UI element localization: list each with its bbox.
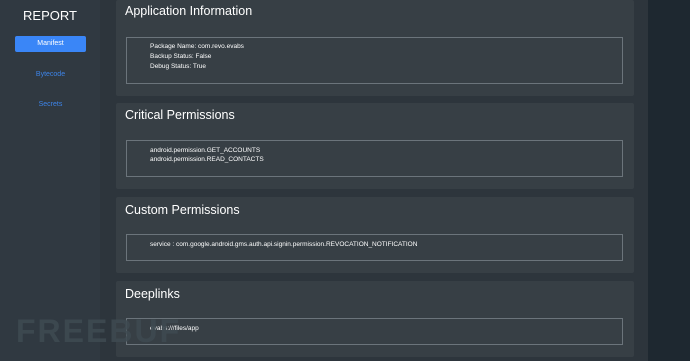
sidebar-item-bytecode[interactable]: Bytecode (15, 67, 86, 83)
sidebar-item-manifest[interactable]: Manifest (15, 36, 86, 52)
custom-permissions-card: Custom Permissions service : com.google.… (116, 197, 634, 273)
sidebar: REPORT Manifest Bytecode Secrets (0, 0, 100, 361)
section-title: Deeplinks (125, 287, 180, 301)
info-box: Package Name: com.revo.evabs Backup Stat… (126, 37, 623, 84)
permission-line: service : com.google.android.gms.auth.ap… (150, 241, 418, 248)
custom-permissions-box: service : com.google.android.gms.auth.ap… (126, 234, 623, 261)
section-title: Critical Permissions (125, 108, 235, 122)
info-line: Package Name: com.revo.evabs (150, 43, 244, 50)
critical-permissions-card: Critical Permissions android.permission.… (116, 103, 634, 189)
watermark: FREEBUF (16, 313, 182, 349)
permission-line: android.permission.GET_ACCOUNTS (150, 147, 261, 154)
section-title: Application Information (125, 4, 253, 18)
permissions-box: android.permission.GET_ACCOUNTS android.… (126, 140, 623, 177)
report-title: REPORT (23, 8, 77, 23)
deeplinks-card: Deeplinks evabs:///files/app (116, 281, 634, 357)
section-title: Custom Permissions (125, 203, 240, 217)
application-information-card: Application Information Package Name: co… (116, 0, 634, 96)
right-strip (648, 0, 690, 361)
sidebar-item-secrets[interactable]: Secrets (15, 97, 86, 113)
info-line: Backup Status: False (150, 53, 212, 60)
permission-line: android.permission.READ_CONTACTS (150, 156, 264, 163)
deeplinks-box: evabs:///files/app (126, 318, 623, 345)
info-line: Debug Status: True (150, 63, 207, 70)
